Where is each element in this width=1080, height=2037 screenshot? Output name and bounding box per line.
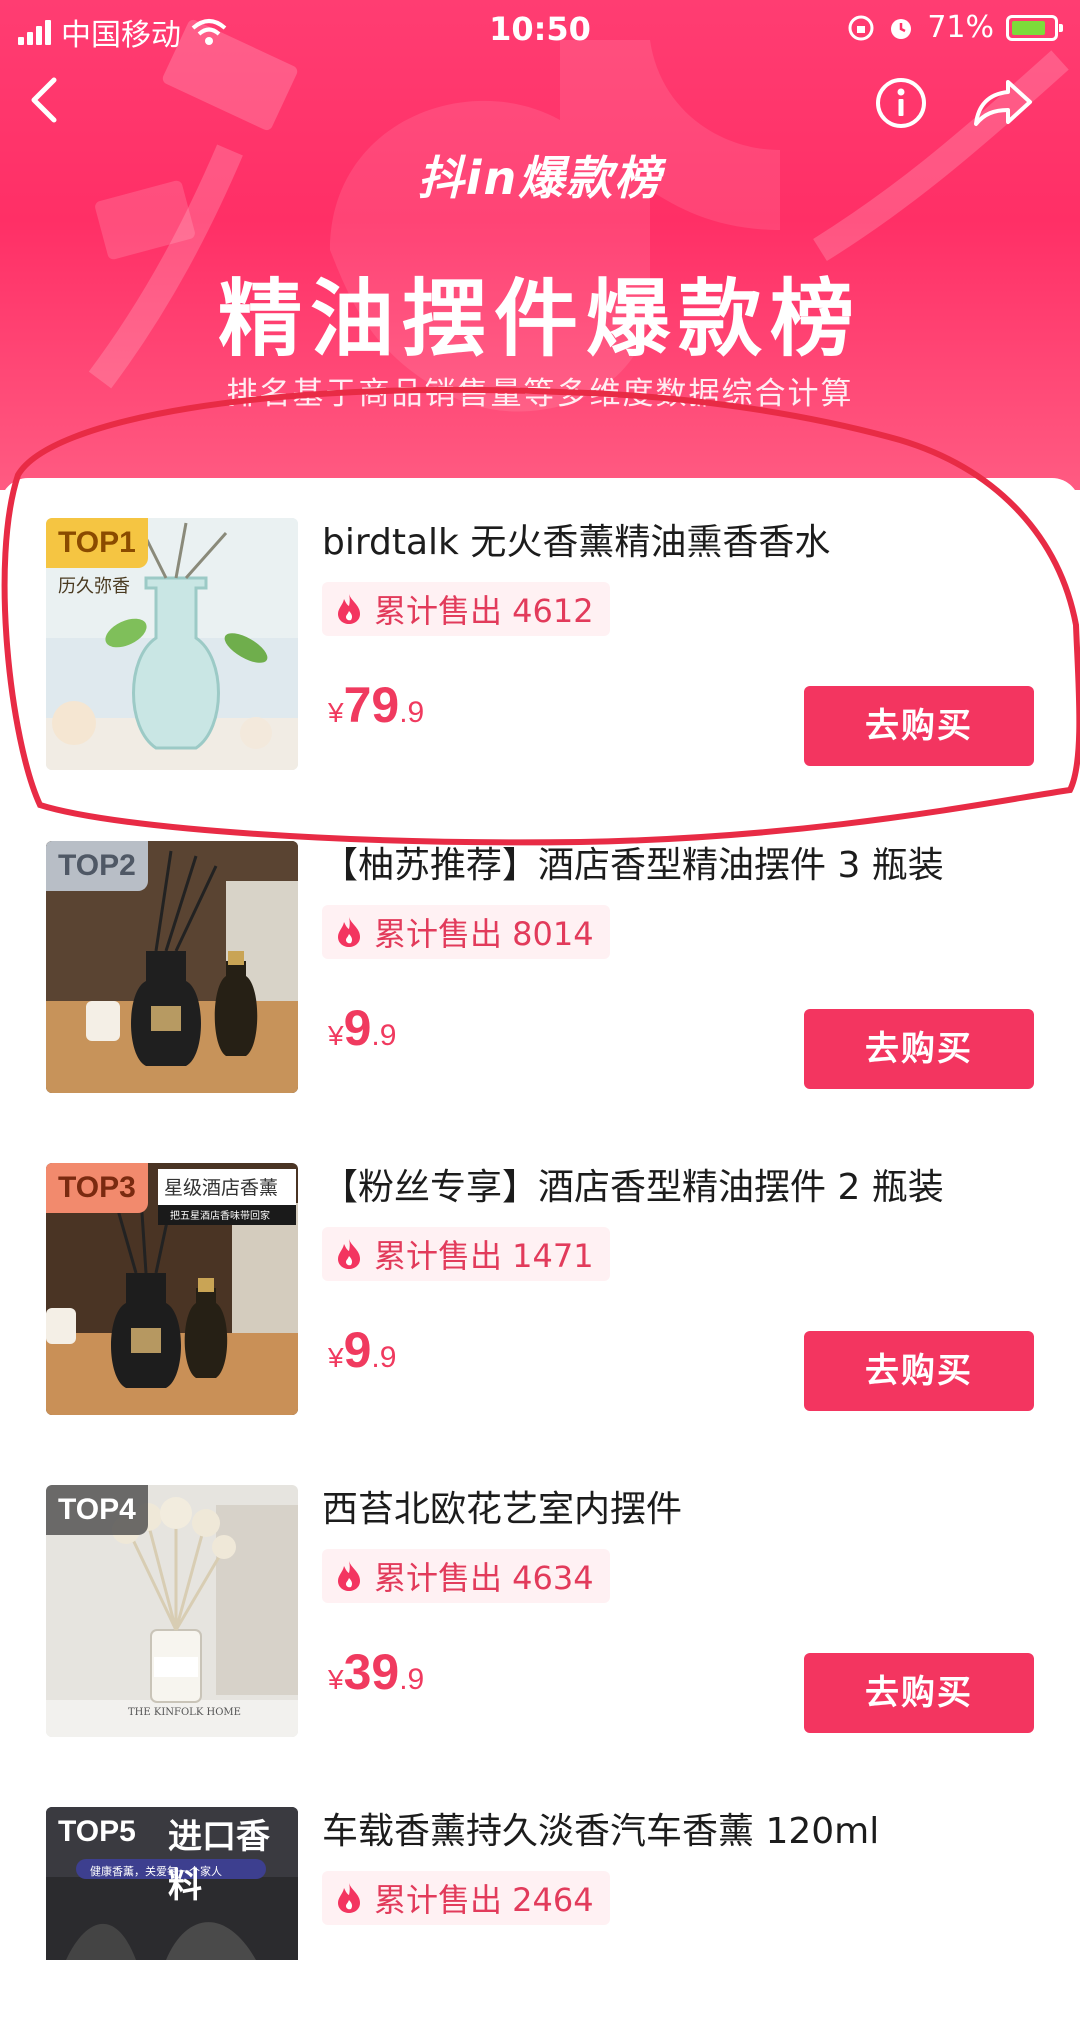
status-right: 71% [847, 10, 1063, 45]
page-subtitle: 排名基于商品销售量等多维度数据综合计算 [226, 376, 854, 412]
sales-badge: 累计售出 2464 [322, 1871, 610, 1925]
price-integer: 9 [343, 1322, 372, 1378]
list-item[interactable]: TOP4 THE KINFOLK HOME 西苔北欧花艺室内摆件 累计售出 46… [0, 1445, 1080, 1737]
price-integer: 9 [343, 1000, 372, 1056]
battery-icon [1006, 14, 1063, 41]
buy-button[interactable]: 去购买 [804, 1331, 1034, 1411]
brand-title: 抖in爆款榜 [417, 151, 663, 205]
list-item[interactable]: TOP3 星级酒店香薰 把五星酒店香味带回家 【粉丝专享】酒店香型精油摆件 2 … [0, 1123, 1080, 1415]
product-price: ¥9.9 [328, 999, 396, 1057]
thumb-subcaption: 把五星酒店香味带回家 [170, 1211, 270, 1222]
product-thumbnail[interactable]: TOP4 THE KINFOLK HOME [46, 1485, 298, 1737]
thumb-caption: 历久弥香 [58, 576, 130, 597]
battery-percent: 71% [927, 10, 994, 45]
price-integer: 79 [343, 677, 400, 733]
currency-symbol: ¥ [328, 1020, 344, 1051]
buy-button[interactable]: 去购买 [804, 686, 1034, 766]
list-item[interactable]: TOP2 【柚苏推荐】酒店香型精油摆件 3 瓶装 累计售出 8014 ¥9.9 … [0, 801, 1080, 1093]
thumb-caption: THE KINFOLK HOME [128, 1707, 241, 1718]
chevron-left-icon [31, 77, 57, 123]
product-thumbnail[interactable]: TOP2 [46, 841, 298, 1093]
product-list: TOP1 历久弥香 birdtalk 无火香薰精油熏香香水 累计售出 4612 … [0, 478, 1080, 1960]
header-banner: 中国移动 10:50 71% 抖in爆款榜 精油摆件爆款榜 排名基于商品销售量等… [0, 0, 1080, 490]
alarm-icon [891, 18, 912, 39]
product-price: ¥79.9 [328, 676, 424, 734]
list-item[interactable]: TOP1 历久弥香 birdtalk 无火香薰精油熏香香水 累计售出 4612 … [0, 478, 1080, 770]
rank-badge: TOP2 [46, 841, 148, 891]
rank-badge: TOP1 [46, 518, 148, 568]
info-button[interactable] [874, 76, 928, 130]
thumb-subcaption: 健康香薰，关爱每一个家人 [90, 1865, 222, 1878]
price-decimal: .9 [371, 1341, 397, 1374]
product-title[interactable]: 车载香薰持久淡香汽车香薰 120ml [322, 1807, 1042, 1857]
rank-badge: TOP4 [46, 1485, 148, 1535]
sales-badge: 累计售出 4634 [322, 1549, 610, 1603]
banner-decoration [88, 19, 1069, 412]
product-thumbnail[interactable]: TOP5 进口香料 健康香薰，关爱每一个家人 [46, 1807, 298, 1960]
sales-count: 累计售出 2464 [374, 1881, 594, 1919]
product-title[interactable]: 【柚苏推荐】酒店香型精油摆件 3 瓶装 [322, 841, 1042, 891]
thumb-caption: 星级酒店香薰 [164, 1177, 279, 1199]
price-decimal: .9 [399, 696, 425, 729]
price-integer: 39 [343, 1644, 400, 1700]
sales-badge: 累计售出 1471 [322, 1227, 610, 1281]
share-button[interactable] [972, 76, 1036, 130]
product-price: ¥9.9 [328, 1321, 396, 1379]
sales-badge: 累计售出 4612 [322, 582, 610, 636]
currency-symbol: ¥ [328, 697, 344, 728]
product-price: ¥39.9 [328, 1643, 424, 1701]
rank-badge: TOP3 [46, 1163, 148, 1213]
status-bar: 中国移动 10:50 71% [0, 0, 1080, 60]
buy-button[interactable]: 去购买 [804, 1009, 1034, 1089]
price-decimal: .9 [371, 1019, 397, 1052]
sales-count: 累计售出 1471 [374, 1237, 594, 1275]
fire-icon [338, 1239, 360, 1269]
buy-button[interactable]: 去购买 [804, 1653, 1034, 1733]
product-thumbnail[interactable]: TOP1 历久弥香 [46, 518, 298, 770]
sales-count: 累计售出 4634 [374, 1559, 594, 1597]
fire-icon [338, 1561, 360, 1591]
orientation-lock-icon [848, 15, 874, 40]
fire-icon [338, 1883, 360, 1913]
list-item[interactable]: TOP5 进口香料 健康香薰，关爱每一个家人 车载香薰持久淡香汽车香薰 120m… [0, 1767, 1080, 2037]
product-title[interactable]: 【粉丝专享】酒店香型精油摆件 2 瓶装 [322, 1163, 1042, 1213]
share-icon [974, 80, 1032, 126]
product-title[interactable]: birdtalk 无火香薰精油熏香香水 [322, 518, 1042, 568]
sales-badge: 累计售出 8014 [322, 905, 610, 959]
fire-icon [338, 594, 360, 624]
currency-symbol: ¥ [328, 1664, 344, 1695]
info-icon [876, 78, 926, 128]
product-title[interactable]: 西苔北欧花艺室内摆件 [322, 1485, 1042, 1535]
rank-badge: TOP5 [58, 1815, 136, 1848]
sales-count: 累计售出 4612 [374, 592, 594, 630]
thumb-caption: 进口香料 [168, 1817, 270, 1906]
page-title: 精油摆件爆款榜 [217, 270, 862, 368]
price-decimal: .9 [399, 1663, 425, 1696]
fire-icon [338, 917, 360, 947]
back-button[interactable] [20, 70, 70, 130]
sales-count: 累计售出 8014 [374, 915, 594, 953]
currency-symbol: ¥ [328, 1342, 344, 1373]
product-thumbnail[interactable]: TOP3 星级酒店香薰 把五星酒店香味带回家 [46, 1163, 298, 1415]
